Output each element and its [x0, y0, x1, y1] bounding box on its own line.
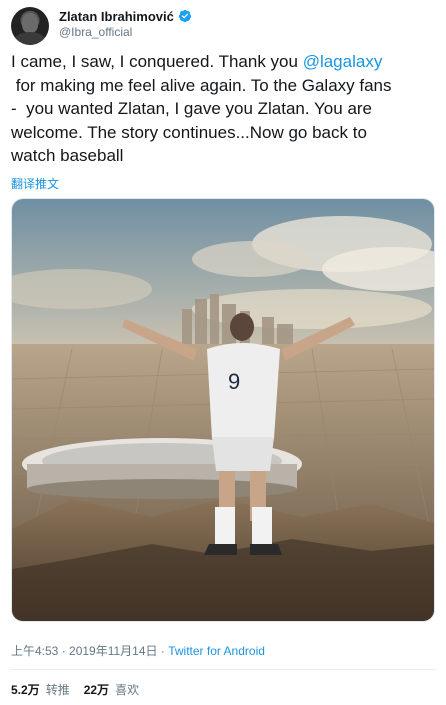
- retweets-count: 5.2万: [11, 683, 40, 697]
- likes-label: 喜欢: [115, 683, 140, 697]
- display-name[interactable]: Zlatan Ibrahimović: [59, 9, 174, 24]
- divider: [11, 669, 436, 670]
- retweets-label: 转推: [45, 683, 70, 697]
- tweet-meta: 上午4:53 · 2019年11月14日 · Twitter for Andro…: [11, 642, 265, 659]
- likes-stat[interactable]: 22万 喜欢: [84, 681, 139, 698]
- svg-text:9: 9: [228, 369, 240, 394]
- tweet-media-image[interactable]: 9: [11, 198, 435, 622]
- tweet-stats: 5.2万 转推 22万 喜欢: [11, 681, 139, 698]
- tweet-text-part-1: I came, I saw, I conquered. Thank you: [11, 52, 303, 71]
- meta-separator: ·: [157, 644, 169, 658]
- tweet-text: I came, I saw, I conquered. Thank you @l…: [11, 50, 437, 168]
- avatar-shoulders: [15, 32, 45, 45]
- mention-link[interactable]: @lagalaxy: [303, 52, 383, 71]
- tweet-text-part-2: for making me feel alive again. To the G…: [11, 75, 392, 165]
- source-link[interactable]: Twitter for Android: [168, 644, 265, 658]
- retweets-stat[interactable]: 5.2万 转推: [11, 681, 70, 698]
- handle[interactable]: @Ibra_official: [59, 25, 132, 39]
- name-row: Zlatan Ibrahimović: [59, 7, 192, 25]
- avatar[interactable]: [11, 7, 49, 45]
- likes-count: 22万: [83, 683, 110, 697]
- timestamp-link[interactable]: 上午4:53 · 2019年11月14日: [11, 644, 158, 658]
- tweet-header: Zlatan Ibrahimović @Ibra_official: [11, 6, 436, 46]
- verified-badge-icon: [178, 9, 191, 23]
- avatar-face: [22, 13, 38, 33]
- media-illustration: 9: [12, 199, 434, 621]
- translate-tweet-link[interactable]: 翻译推文: [11, 175, 59, 192]
